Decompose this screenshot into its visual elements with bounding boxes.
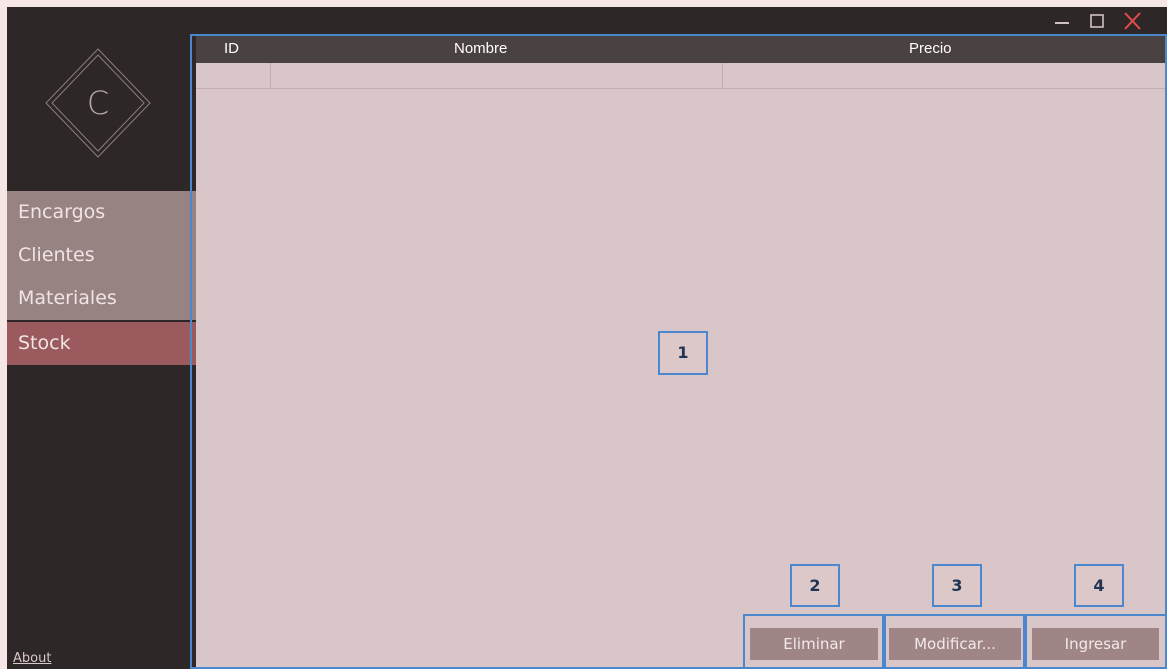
logo-letter: C: [87, 84, 109, 122]
sidebar-item-stock[interactable]: Stock: [7, 322, 196, 365]
sidebar-item-label: Materiales: [18, 287, 117, 309]
sidebar-item-label: Clientes: [18, 244, 95, 266]
logo: C: [45, 48, 151, 158]
maximize-icon[interactable]: [1084, 9, 1110, 33]
sidebar: C Encargos Clientes Materiales Stock Abo…: [7, 7, 196, 669]
callout-badge-3: 3: [932, 564, 982, 607]
title-bar: [196, 7, 1167, 35]
sidebar-item-materiales[interactable]: Materiales: [7, 277, 196, 320]
sidebar-item-label: Encargos: [18, 201, 106, 223]
about-link[interactable]: About: [13, 651, 51, 666]
callout-badge-4: 4: [1074, 564, 1124, 607]
sidebar-item-clientes[interactable]: Clientes: [7, 234, 196, 277]
minimize-icon[interactable]: [1049, 9, 1075, 33]
callout-badge-1: 1: [658, 331, 708, 375]
app-window: C Encargos Clientes Materiales Stock Abo…: [7, 7, 1167, 669]
button-outline: [884, 614, 1025, 669]
sidebar-item-encargos[interactable]: Encargos: [7, 191, 196, 234]
callout-badge-2: 2: [790, 564, 840, 607]
button-outline: [1025, 614, 1167, 669]
button-outline: [743, 614, 884, 669]
close-icon[interactable]: [1119, 9, 1145, 33]
sidebar-item-label: Stock: [18, 332, 71, 354]
